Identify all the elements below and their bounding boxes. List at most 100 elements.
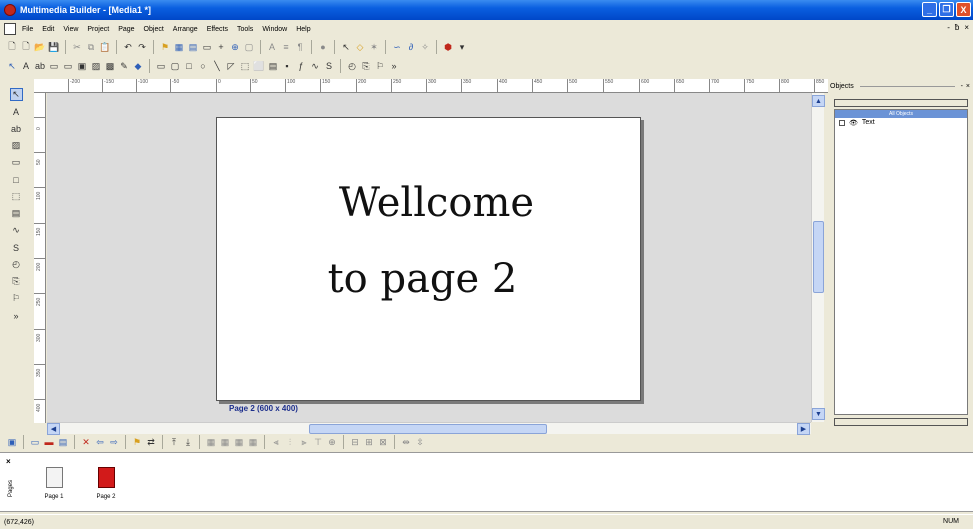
objects-list-header[interactable]: All Objects <box>835 110 967 118</box>
menu-view[interactable]: View <box>63 26 78 33</box>
text-object-line-2[interactable]: to page 2 <box>211 256 634 302</box>
flag-icon[interactable]: ⚐ <box>374 60 386 72</box>
delete-page-icon[interactable]: ✕ <box>80 436 92 448</box>
open-folder-icon[interactable]: 📂 <box>34 41 46 53</box>
button-tool-icon[interactable]: ▭ <box>48 60 60 72</box>
page-2-preview[interactable] <box>97 467 115 488</box>
effect-icon[interactable]: ✧ <box>419 41 431 53</box>
visibility-checkbox[interactable] <box>839 119 845 126</box>
panel-close-icon[interactable]: × <box>966 83 970 90</box>
page-1-preview[interactable] <box>45 467 63 488</box>
dropdown-arrow-icon[interactable]: ▾ <box>456 41 468 53</box>
send-backward-icon[interactable]: ⤓ <box>182 436 194 448</box>
paint-icon[interactable]: ✎ <box>118 60 130 72</box>
record-icon[interactable]: ● <box>317 41 329 53</box>
box-icon[interactable]: ▢ <box>243 41 255 53</box>
insert-page-icon[interactable]: ▬ <box>43 436 55 448</box>
next-page-icon[interactable]: ⇨ <box>108 436 120 448</box>
menu-tools[interactable]: Tools <box>237 26 253 33</box>
text-style-icon[interactable]: A <box>266 41 278 53</box>
list-item[interactable]: 👁 Text <box>835 118 967 127</box>
duplicate-page-icon[interactable]: ▤ <box>57 436 69 448</box>
close-button[interactable]: X <box>956 2 971 17</box>
group-icon[interactable]: ▦ <box>233 436 245 448</box>
rectangle-tool-icon[interactable]: □ <box>10 173 23 186</box>
path-icon[interactable]: ∽ <box>391 41 403 53</box>
ellipse-icon[interactable]: ○ <box>197 60 209 72</box>
space-horizontal-icon[interactable]: ⇹ <box>400 436 412 448</box>
button-tool-icon[interactable]: ▭ <box>10 156 23 169</box>
image-tool-icon[interactable]: ▨ <box>90 60 102 72</box>
function-icon[interactable]: ƒ <box>295 60 307 72</box>
hotspot-icon[interactable]: ⬚ <box>239 60 251 72</box>
table-tool-icon[interactable]: ▤ <box>10 207 23 220</box>
format-icon[interactable]: ¶ <box>294 41 306 53</box>
copy-icon[interactable]: ⧉ <box>85 41 97 53</box>
rectangle-icon[interactable]: □ <box>183 60 195 72</box>
objects-filter-bar[interactable] <box>834 99 968 107</box>
menu-object[interactable]: Object <box>144 26 164 33</box>
new-page-icon[interactable]: 🗋 <box>20 41 32 53</box>
menu-effects[interactable]: Effects <box>207 26 228 33</box>
bitmap-button-icon[interactable]: ▣ <box>76 60 88 72</box>
same-width-icon[interactable]: ⊟ <box>349 436 361 448</box>
frame-tool-icon[interactable]: ▢ <box>169 60 181 72</box>
page-properties-icon[interactable]: ▣ <box>6 436 18 448</box>
script-tool-icon[interactable]: S <box>10 241 23 254</box>
frame-icon[interactable]: ▭ <box>201 41 213 53</box>
line-icon[interactable]: ╲ <box>211 60 223 72</box>
scroll-down-icon[interactable]: ▼ <box>812 408 825 420</box>
text-object-line-1[interactable]: Wellcome <box>225 180 648 226</box>
align-center-icon[interactable]: ⫶ <box>284 436 296 448</box>
align-right-icon[interactable]: ⫸ <box>298 436 310 448</box>
grid-view-icon[interactable]: ▦ <box>173 41 185 53</box>
align-middle-icon[interactable]: ⊕ <box>326 436 338 448</box>
paste-icon[interactable]: 📋 <box>99 41 111 53</box>
new-page-icon[interactable]: ▭ <box>29 436 41 448</box>
redo-icon[interactable]: ↷ <box>136 41 148 53</box>
menu-edit[interactable]: Edit <box>42 26 54 33</box>
more-tools-icon[interactable]: » <box>10 309 23 322</box>
frame-select-icon[interactable]: ⬜ <box>253 60 265 72</box>
text-tool-icon[interactable]: A <box>20 60 32 72</box>
script-s-icon[interactable]: S <box>323 60 335 72</box>
menu-help[interactable]: Help <box>296 26 310 33</box>
add-icon[interactable]: + <box>215 41 227 53</box>
same-height-icon[interactable]: ⊞ <box>363 436 375 448</box>
pages-close-icon[interactable]: × <box>6 457 20 466</box>
pages-tab[interactable]: × Pages <box>6 457 20 509</box>
star-icon[interactable]: ✶ <box>368 41 380 53</box>
scroll-up-icon[interactable]: ▲ <box>812 95 825 107</box>
mdi-minimize-button[interactable]: - <box>947 23 950 32</box>
list-view-icon[interactable]: ▤ <box>187 41 199 53</box>
more-icon[interactable]: » <box>388 60 400 72</box>
align-top-icon[interactable]: ⊤ <box>312 436 324 448</box>
menu-arrange[interactable]: Arrange <box>173 26 198 33</box>
copy-tool-icon[interactable]: ⎘ <box>10 275 23 288</box>
mdi-close-button[interactable]: × <box>964 23 969 32</box>
flag-tool-icon[interactable]: ⚐ <box>10 292 23 305</box>
table-icon[interactable]: ▤ <box>267 60 279 72</box>
previous-page-icon[interactable]: ⇦ <box>94 436 106 448</box>
document-icon[interactable] <box>4 23 16 35</box>
bucket-icon[interactable]: ◆ <box>132 60 144 72</box>
minimize-button[interactable]: _ <box>922 2 937 17</box>
timer-tool-icon[interactable]: ◴ <box>10 258 23 271</box>
page-script-icon[interactable]: ⚑ <box>131 436 143 448</box>
canvas-workspace[interactable]: Wellcome to page 2 Page 2 (600 x 400) <box>47 93 811 422</box>
textbutton-tool-icon[interactable]: ▭ <box>62 60 74 72</box>
eye-icon[interactable]: 👁 <box>849 119 858 127</box>
page-thumbnail-2[interactable]: Page 2 <box>86 467 126 500</box>
bring-forward-icon[interactable]: ⤒ <box>168 436 180 448</box>
select-tool-icon[interactable]: ↖ <box>6 60 18 72</box>
align-left-icon[interactable]: ⫷ <box>270 436 282 448</box>
pointer-tool-icon[interactable]: ↖ <box>9 88 23 101</box>
app-icon[interactable] <box>4 4 16 16</box>
vertical-scrollbar[interactable]: ▲ ▼ <box>811 93 825 422</box>
rectangle-button-icon[interactable]: ▭ <box>155 60 167 72</box>
wave-icon[interactable]: ∿ <box>309 60 321 72</box>
script-icon[interactable]: ⚑ <box>159 41 171 53</box>
image-tool-icon[interactable]: ▨ <box>10 139 23 152</box>
pointer-tool-icon[interactable]: ↖ <box>340 41 352 53</box>
menu-page[interactable]: Page <box>118 26 134 33</box>
